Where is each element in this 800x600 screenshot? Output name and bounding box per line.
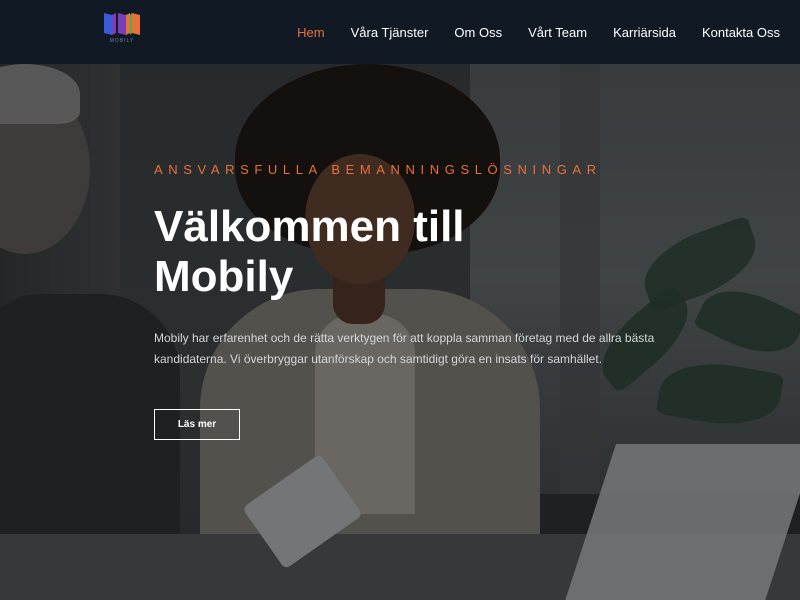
nav-item-karriarsida[interactable]: Karriärsida <box>613 25 676 40</box>
nav-item-kontakta-oss[interactable]: Kontakta Oss <box>702 25 780 40</box>
nav-item-om-oss[interactable]: Om Oss <box>454 25 502 40</box>
nav-item-vara-tjanster[interactable]: Våra Tjänster <box>351 25 429 40</box>
logo-text: MOBILY <box>109 38 135 44</box>
headline-line-2: Mobily <box>154 252 294 301</box>
nav-item-vart-team[interactable]: Vårt Team <box>528 25 587 40</box>
hero-section: ANSVARSFULLA BEMANNINGSLÖSNINGAR Välkomm… <box>0 64 800 600</box>
headline-line-1: Välkommen till <box>154 202 465 251</box>
logo-icon <box>104 13 140 35</box>
hero-description: Mobily har erfarenhet och de rätta verkt… <box>154 331 655 366</box>
mobily-logo[interactable]: MOBILY <box>102 11 142 47</box>
main-nav: Hem Våra Tjänster Om Oss Vårt Team Karri… <box>271 0 780 64</box>
hero-headline: Välkommen till Mobily <box>154 202 554 302</box>
nav-item-hem[interactable]: Hem <box>297 25 324 40</box>
navbar: MOBILY Hem Våra Tjänster Om Oss Vårt Tea… <box>0 0 800 64</box>
hero-tagline: ANSVARSFULLA BEMANNINGSLÖSNINGAR <box>154 162 602 177</box>
read-more-button[interactable]: Läs mer <box>154 409 240 440</box>
